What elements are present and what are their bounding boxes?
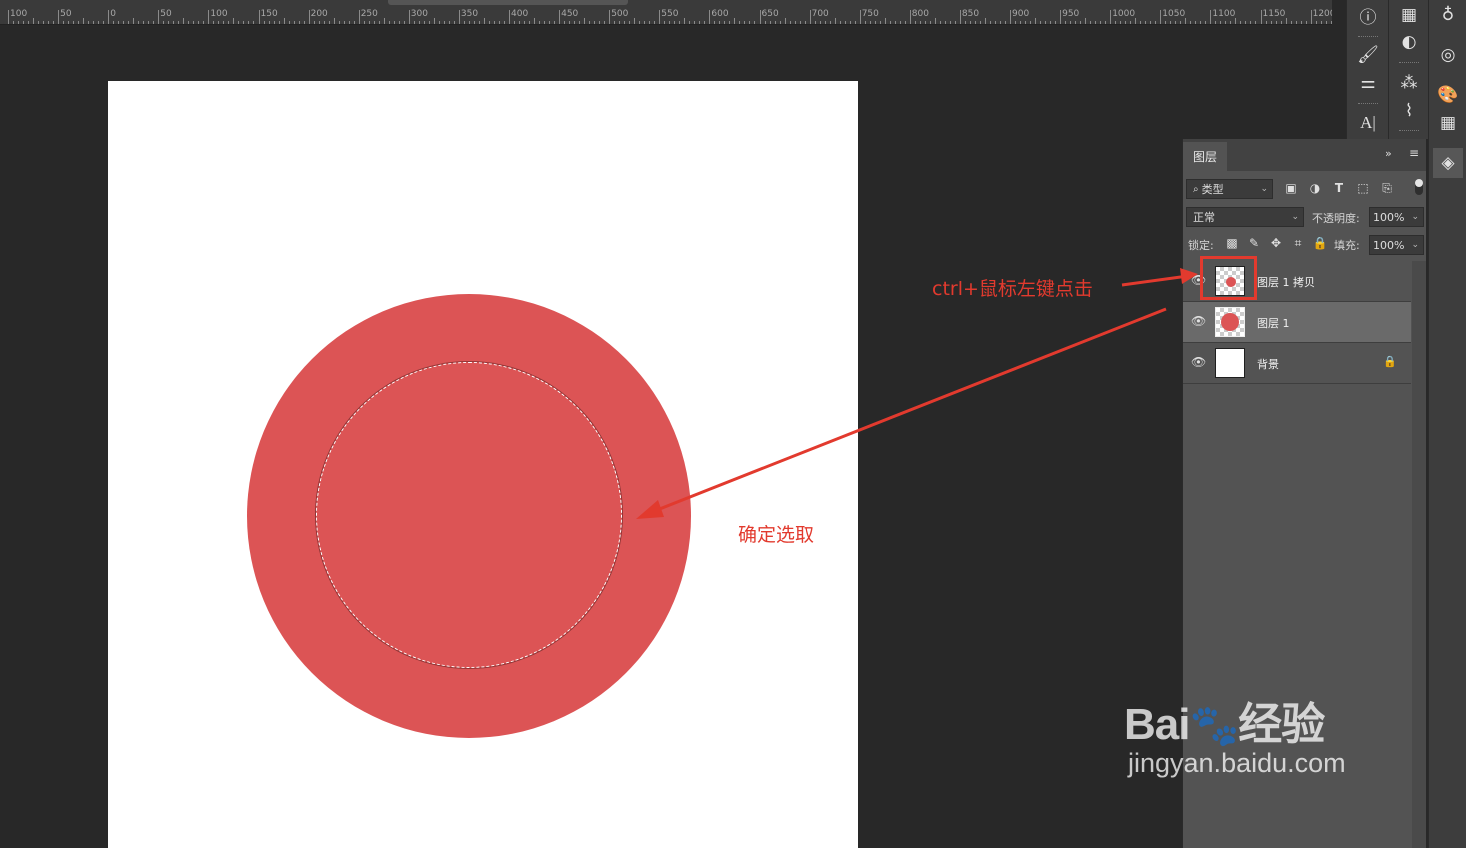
arrowhead-thumbnail <box>1180 268 1198 284</box>
baidu-jingyan-watermark: Bai🐾经验 jingyan.baidu.com <box>1124 688 1346 779</box>
watermark-url: jingyan.baidu.com <box>1128 748 1346 778</box>
arrow-to-thumbnail <box>1121 274 1189 287</box>
paw-icon: 🐾 <box>1189 704 1239 748</box>
annotation-confirm-selection: 确定选取 <box>738 524 815 546</box>
arrow-to-selection <box>651 307 1167 514</box>
annotation-ctrl-click: ctrl+鼠标左键点击 <box>932 278 1093 300</box>
watermark-logo: Bai🐾经验 <box>1124 700 1325 749</box>
arrowhead-selection <box>636 500 664 519</box>
